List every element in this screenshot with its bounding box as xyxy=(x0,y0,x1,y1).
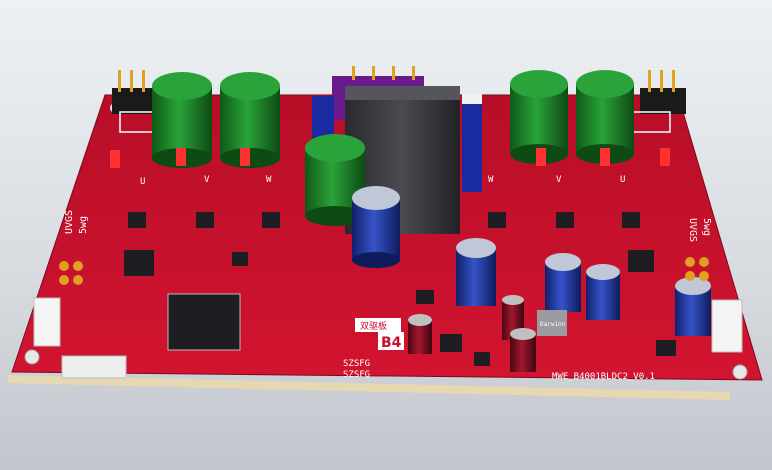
left-hall-label-2: 5wg xyxy=(78,216,89,234)
phase-label-left-u: U xyxy=(140,177,145,187)
phase-label-left-w: W xyxy=(266,175,272,185)
part-number: MWE_B4001BLDC2_V0.1 xyxy=(552,372,655,382)
chinese-mark: 双驱板 xyxy=(360,320,387,332)
left-hall-label-1: UVGS xyxy=(64,210,75,234)
mcu-chip xyxy=(167,293,241,351)
header-left xyxy=(112,70,158,114)
phase-label-right-w: W xyxy=(488,175,494,185)
phase-label-right-u: U xyxy=(620,175,625,185)
pin-labels-bottom: SZSFG xyxy=(343,370,370,380)
pin-labels-top: SZSFG xyxy=(343,359,370,369)
right-hall-label-2: 5wg xyxy=(701,218,712,236)
white-component xyxy=(462,94,482,104)
model-mark: B4 xyxy=(381,335,402,351)
header-right xyxy=(640,70,686,114)
right-hall-label-1: UVGS xyxy=(687,218,698,242)
phase-label-right-v: V xyxy=(556,175,562,185)
inductor-label: Darwinn xyxy=(540,321,566,328)
pcb-3d-render: Darwinn UVGS 5wg UVGS 5wg U V W W V U 双驱… xyxy=(8,66,763,400)
blue-component xyxy=(462,100,482,192)
phase-label-left-v: V xyxy=(204,175,210,185)
